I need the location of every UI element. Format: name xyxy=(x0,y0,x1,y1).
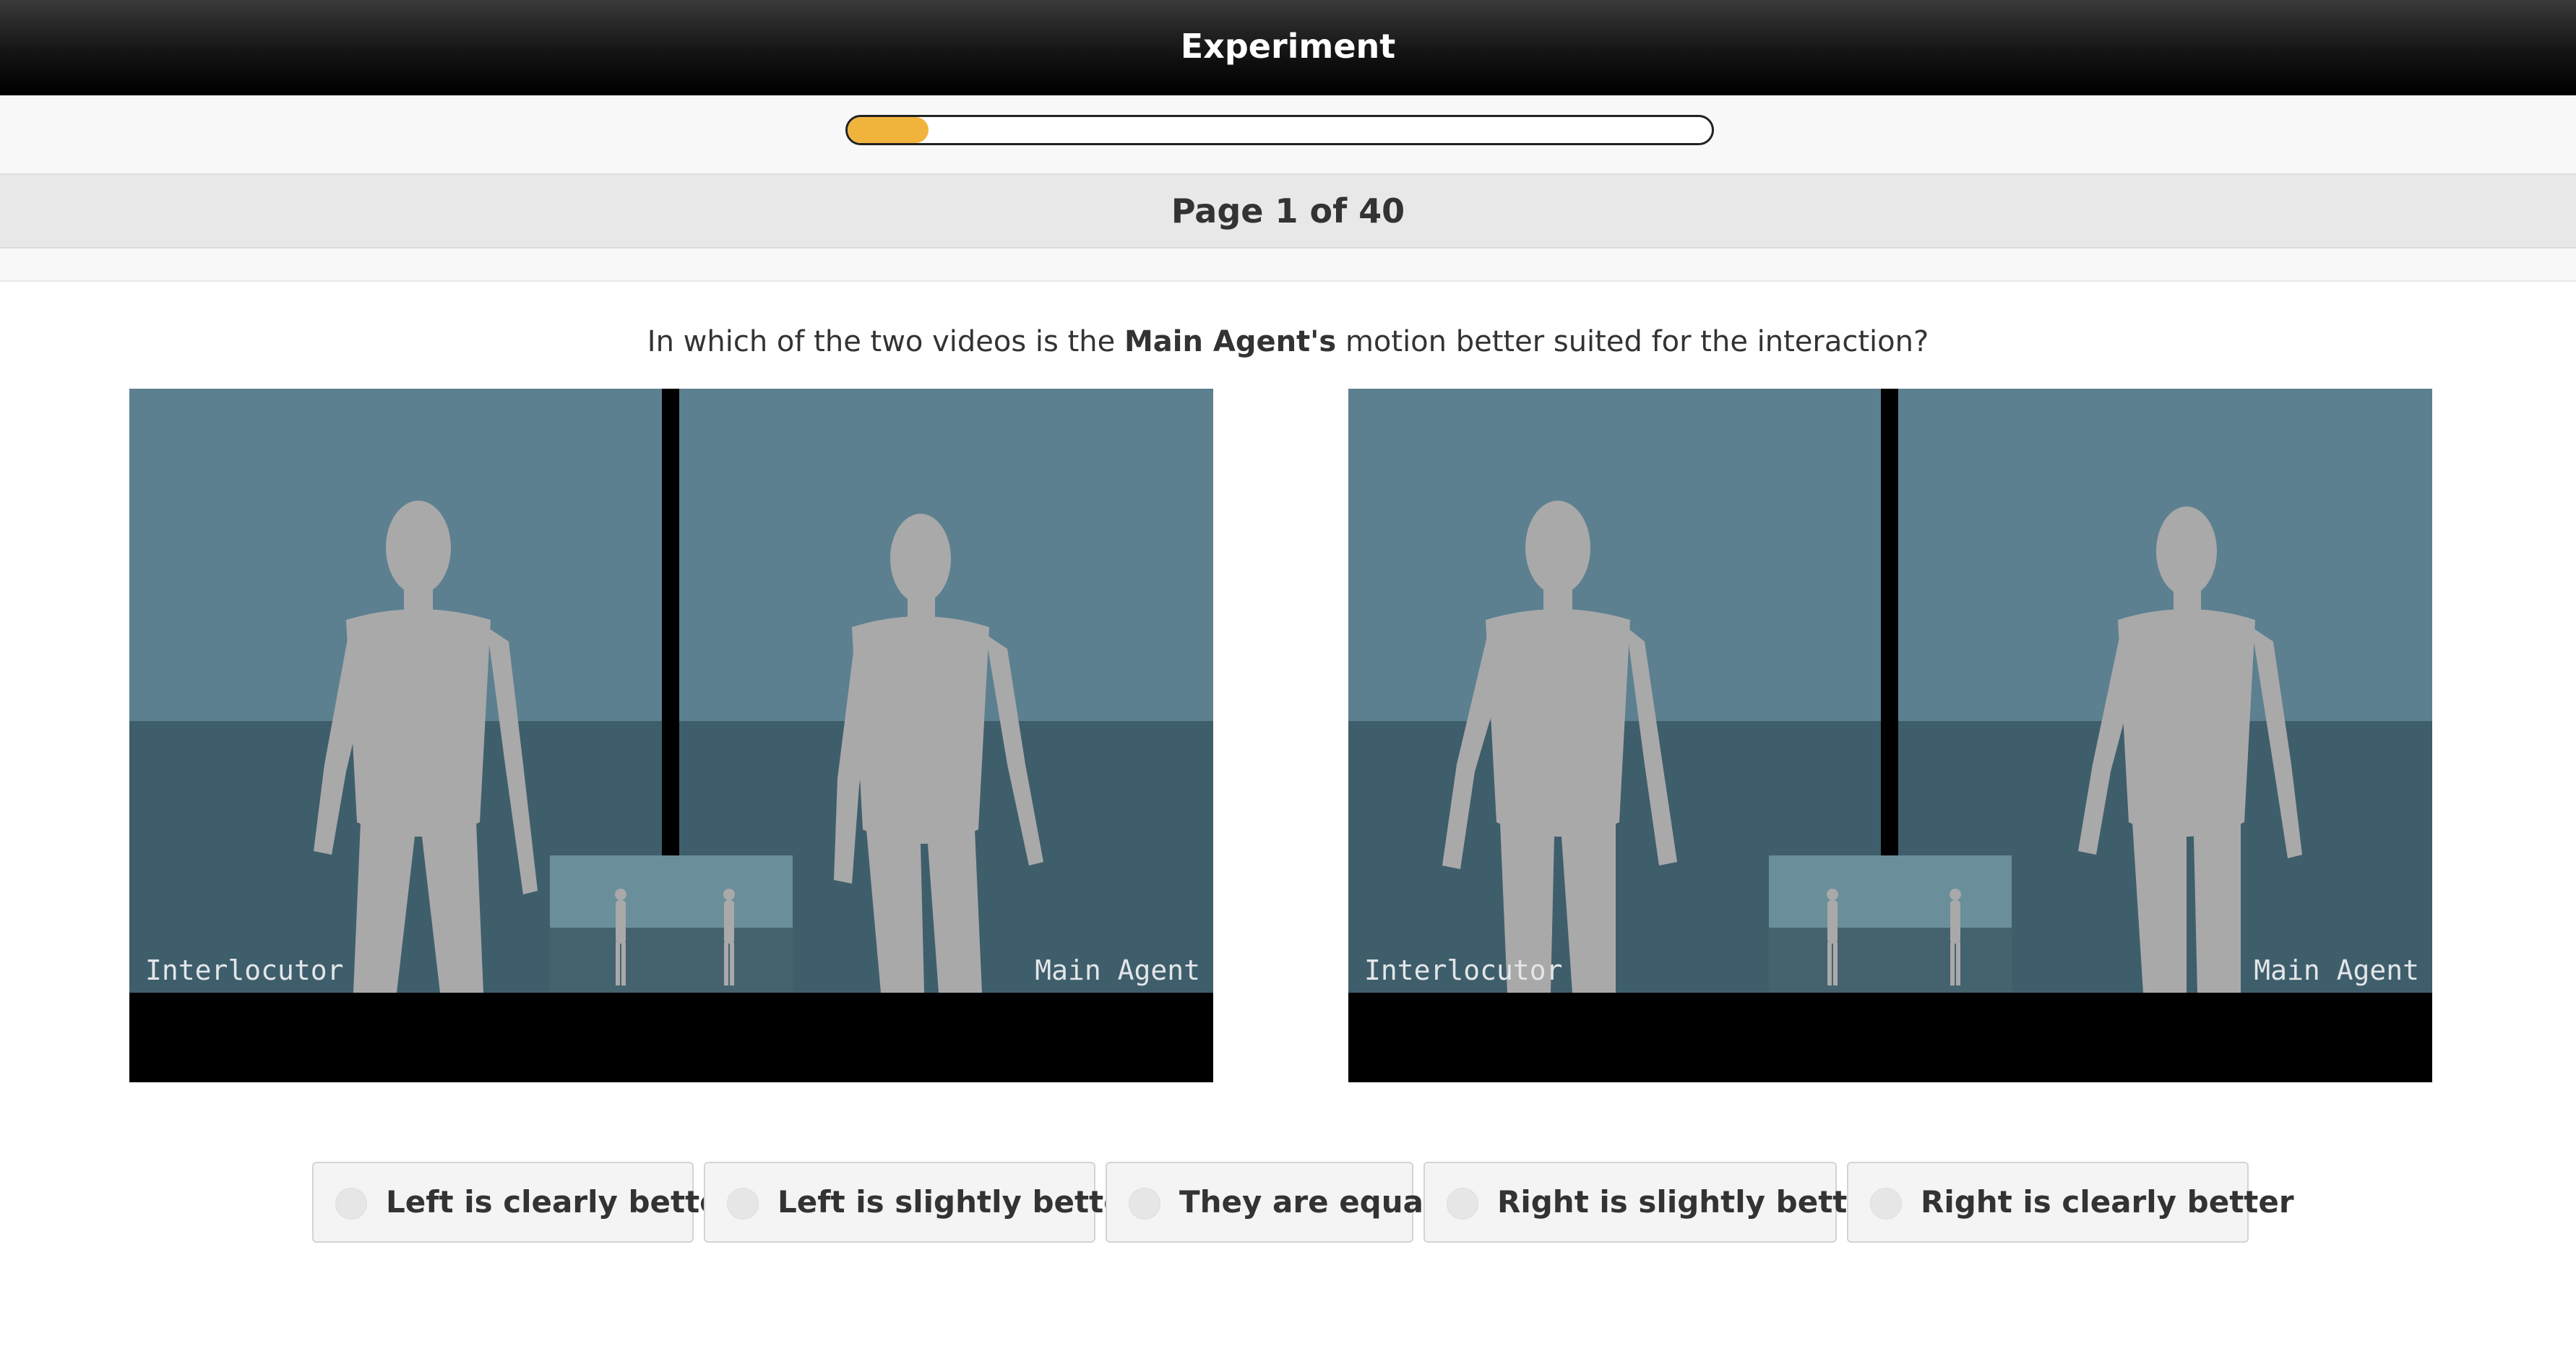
option-label: Right is slightly better xyxy=(1497,1184,1883,1220)
main-agent-label: Main Agent xyxy=(2254,954,2419,986)
option-label: Left is clearly better xyxy=(386,1184,736,1220)
question-emphasis: Main Agent's xyxy=(1124,325,1337,358)
option-left-slightly-better[interactable]: Left is slightly better xyxy=(704,1162,1139,1243)
interlocutor-label: Interlocutor xyxy=(1364,954,1563,986)
option-right-slightly-better[interactable]: Right is slightly better xyxy=(1423,1162,1883,1243)
option-label: Right is clearly better xyxy=(1921,1184,2294,1220)
option-right-clearly-better[interactable]: Right is clearly better xyxy=(1847,1162,2294,1243)
main-agent-label: Main Agent xyxy=(1035,954,1200,986)
page-divider xyxy=(0,249,2576,282)
option-left-clearly-better[interactable]: Left is clearly better xyxy=(312,1162,735,1243)
rating-options: Left is clearly better Left is slightly … xyxy=(0,1162,2576,1243)
question-text: In which of the two videos is the Main A… xyxy=(0,323,2576,361)
radio-icon[interactable] xyxy=(1129,1188,1160,1220)
question-prefix: In which of the two videos is the xyxy=(647,325,1124,358)
interlocutor-label: Interlocutor xyxy=(145,954,344,986)
progress-area xyxy=(0,95,2576,175)
option-label: They are equal xyxy=(1179,1184,1434,1220)
option-equal[interactable]: They are equal xyxy=(1106,1162,1434,1243)
video-right[interactable]: Interlocutor Main Agent xyxy=(1348,389,2432,1082)
progress-bar xyxy=(845,115,1714,145)
radio-icon[interactable] xyxy=(727,1188,759,1220)
radio-icon[interactable] xyxy=(1870,1188,1902,1220)
top-bar: Experiment xyxy=(0,0,2576,95)
option-label: Left is slightly better xyxy=(777,1184,1140,1220)
video-left[interactable]: Interlocutor Main Agent xyxy=(129,389,1213,1082)
radio-icon[interactable] xyxy=(335,1188,367,1220)
radio-icon[interactable] xyxy=(1447,1188,1478,1220)
page-title: Page 1 of 40 xyxy=(1171,191,1405,230)
question-suffix: motion better suited for the interaction… xyxy=(1336,325,1929,358)
inset-overview xyxy=(1769,855,2012,993)
page-header: Page 1 of 40 xyxy=(0,175,2576,249)
progress-bar-fill xyxy=(848,117,929,143)
inset-overview xyxy=(550,855,793,993)
app-title: Experiment xyxy=(1180,27,1396,66)
